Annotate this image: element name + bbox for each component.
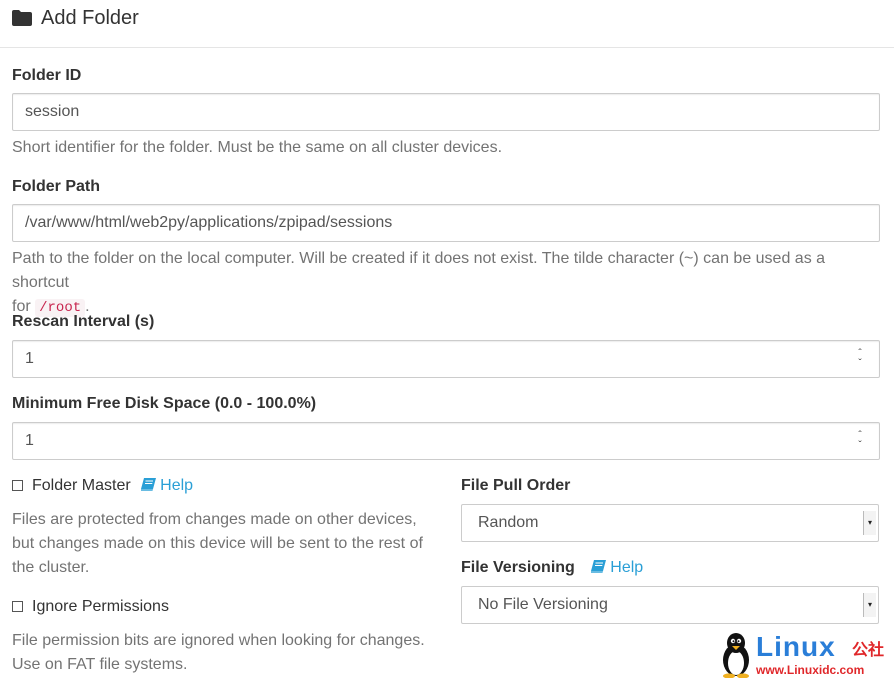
folder-id-input[interactable]: session	[12, 93, 880, 131]
rescan-interval-input[interactable]: 1 ˆ ˇ	[12, 340, 880, 378]
dropdown-caret-icon[interactable]: ▾	[863, 511, 876, 535]
folder-master-help-line3: the cluster.	[12, 559, 90, 576]
dropdown-caret-icon[interactable]: ▾	[863, 593, 876, 617]
rescan-interval-spinner[interactable]: ˆ ˇ	[855, 349, 865, 369]
folder-icon	[12, 10, 32, 26]
book-icon	[591, 560, 607, 573]
folder-master-checkbox[interactable]	[12, 480, 23, 491]
spin-down-icon[interactable]: ˇ	[855, 359, 865, 369]
rescan-interval-label: Rescan Interval (s)	[12, 313, 155, 330]
ignore-permissions-help-line2: Use on FAT file systems.	[12, 656, 188, 673]
file-versioning-label: File Versioning	[461, 559, 575, 576]
ignore-permissions-help: File permission bits are ignored when lo…	[12, 629, 442, 677]
folder-id-value: session	[25, 103, 80, 120]
file-pull-order-label: File Pull Order	[461, 477, 571, 494]
folder-path-help-line1: Path to the folder on the local computer…	[12, 250, 826, 291]
folder-master-row: Folder Master Help	[12, 475, 193, 497]
file-pull-order-select[interactable]: Random ▾	[461, 504, 879, 542]
watermark-brand: Linux	[756, 631, 836, 662]
book-icon	[141, 478, 157, 491]
min-disk-spinner[interactable]: ˆ ˇ	[855, 431, 865, 451]
min-disk-value: 1	[25, 432, 34, 449]
folder-path-label: Folder Path	[12, 178, 101, 195]
folder-master-help-line2: but changes made on this device will be …	[12, 535, 423, 552]
rescan-interval-value: 1	[25, 350, 34, 367]
min-disk-input[interactable]: 1 ˆ ˇ	[12, 422, 880, 460]
penguin-icon	[723, 633, 749, 678]
folder-master-help-label[interactable]: Help	[160, 477, 193, 494]
ignore-permissions-help-line1: File permission bits are ignored when lo…	[12, 632, 425, 649]
ignore-permissions-checkbox[interactable]	[12, 601, 23, 612]
file-versioning-help-label[interactable]: Help	[610, 559, 643, 576]
modal-title: Add Folder	[41, 7, 139, 29]
file-versioning-value: No File Versioning	[478, 596, 608, 613]
file-pull-order-value: Random	[478, 514, 539, 531]
folder-master-label[interactable]: Folder Master	[32, 477, 131, 494]
folder-master-help-line1: Files are protected from changes made on…	[12, 511, 417, 528]
folder-path-value: /var/www/html/web2py/applications/zpipad…	[25, 214, 393, 231]
folder-master-help-link[interactable]: Help	[141, 477, 193, 494]
spin-down-icon[interactable]: ˇ	[855, 441, 865, 451]
folder-path-input[interactable]: /var/www/html/web2py/applications/zpipad…	[12, 204, 880, 242]
folder-path-help: Path to the folder on the local computer…	[12, 247, 882, 320]
modal-header: Add Folder	[0, 0, 894, 48]
file-versioning-help-link[interactable]: Help	[591, 559, 643, 576]
ignore-permissions-row: Ignore Permissions	[12, 596, 169, 618]
watermark-brand-cn: 公社	[852, 640, 885, 659]
file-versioning-select[interactable]: No File Versioning ▾	[461, 586, 879, 624]
min-disk-label: Minimum Free Disk Space (0.0 - 100.0%)	[12, 395, 317, 412]
watermark-url: www.Linuxidc.com	[756, 663, 865, 677]
folder-master-help: Files are protected from changes made on…	[12, 508, 432, 580]
folder-id-label: Folder ID	[12, 67, 82, 84]
watermark: Linux 公社 www.Linuxidc.com	[718, 630, 892, 680]
file-versioning-row: File Versioning Help	[461, 558, 643, 578]
ignore-permissions-label[interactable]: Ignore Permissions	[32, 598, 169, 615]
folder-id-help: Short identifier for the folder. Must be…	[12, 139, 503, 156]
